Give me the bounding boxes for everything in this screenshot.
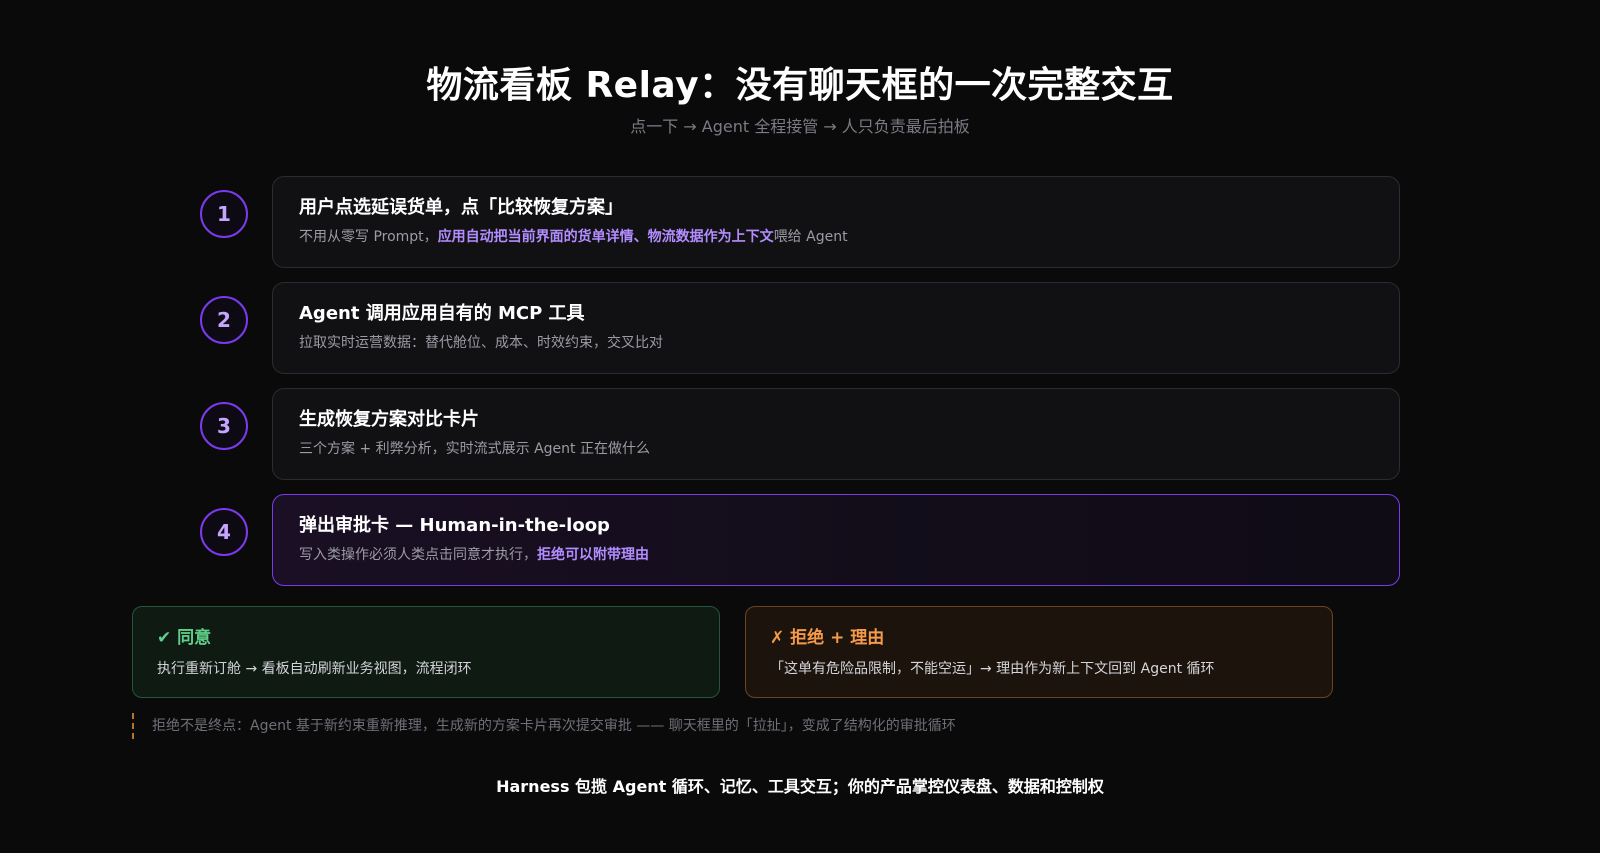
- footer-summary: Harness 包揽 Agent 循环、记忆、工具交互；你的产品掌控仪表盘、数据…: [496, 777, 1104, 796]
- agree-outcome-title: ✔ 同意: [157, 628, 212, 648]
- step-title: 用户点选延误货单，点「比较恢复方案」: [299, 197, 623, 218]
- step-desc-text: 喂给 Agent: [773, 229, 848, 245]
- step-title: 弹出审批卡 — Human-in-the-loop: [299, 515, 610, 536]
- reject-outcome-title: ✗ 拒绝 + 理由: [770, 628, 885, 648]
- step-card-2: Agent 调用应用自有的 MCP 工具 拉取实时运营数据：替代舱位、成本、时效…: [272, 282, 1400, 374]
- loop-note: 拒绝不是终点：Agent 基于新约束重新推理，生成新的方案卡片再次提交审批 ——…: [132, 713, 956, 739]
- step-card-1: 用户点选延误货单，点「比较恢复方案」 不用从零写 Prompt，应用自动把当前界…: [272, 176, 1400, 268]
- step-description: 写入类操作必须人类点击同意才执行，拒绝可以附带理由: [299, 545, 1373, 565]
- page-subtitle: 点一下 → Agent 全程接管 → 人只负责最后拍板: [630, 117, 970, 136]
- step-description: 拉取实时运营数据：替代舱位、成本、时效约束，交叉比对: [299, 335, 663, 351]
- step-number-badge: 2: [200, 296, 248, 344]
- step-desc-highlight: 拒绝可以附带理由: [537, 547, 649, 563]
- step-number-badge: 4: [200, 508, 248, 556]
- step-number-badge: 1: [200, 190, 248, 238]
- agree-outcome-card: ✔ 同意 执行重新订舱 → 看板自动刷新业务视图，流程闭环: [132, 606, 720, 698]
- step-description: 三个方案 + 利弊分析，实时流式展示 Agent 正在做什么: [299, 441, 650, 457]
- reject-outcome-card: ✗ 拒绝 + 理由 「这单有危险品限制，不能空运」→ 理由作为新上下文回到 Ag…: [745, 606, 1333, 698]
- step-card-4: 弹出审批卡 — Human-in-the-loop 写入类操作必须人类点击同意才…: [272, 494, 1400, 586]
- step-card-3: 生成恢复方案对比卡片 三个方案 + 利弊分析，实时流式展示 Agent 正在做什…: [272, 388, 1400, 480]
- step-title: 生成恢复方案对比卡片: [299, 409, 479, 430]
- step-desc-highlight: 应用自动把当前界面的货单详情、物流数据作为上下文: [437, 229, 774, 245]
- step-desc-text: 写入类操作必须人类点击同意才执行，: [299, 547, 537, 563]
- step-title: Agent 调用应用自有的 MCP 工具: [299, 303, 585, 324]
- step-number-badge: 3: [200, 402, 248, 450]
- step-description: 不用从零写 Prompt，应用自动把当前界面的货单详情、物流数据作为上下文喂给 …: [299, 227, 1373, 247]
- agree-outcome-description: 执行重新订舱 → 看板自动刷新业务视图，流程闭环: [157, 661, 472, 677]
- step-desc-text: 不用从零写 Prompt，: [299, 229, 438, 245]
- reject-outcome-description: 「这单有危险品限制，不能空运」→ 理由作为新上下文回到 Agent 循环: [770, 661, 1215, 677]
- page-title: 物流看板 Relay：没有聊天框的一次完整交互: [426, 65, 1174, 106]
